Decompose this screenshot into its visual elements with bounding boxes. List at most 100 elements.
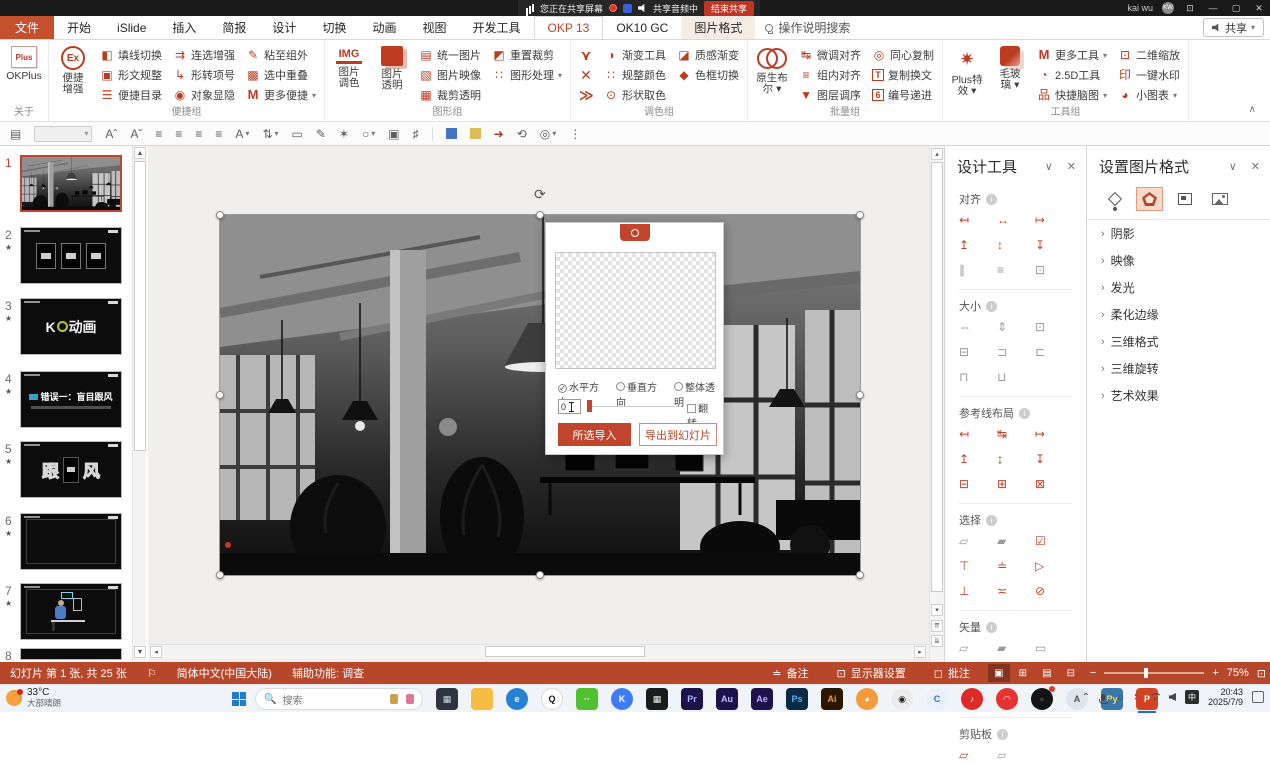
import-selected-button[interactable]: 所选导入 (558, 423, 631, 446)
sticky-note-button[interactable] (470, 128, 481, 139)
select-top-icon[interactable]: ⊤ (959, 560, 997, 573)
soft-edges-item[interactable]: ›柔化边缘 (1087, 301, 1270, 328)
comments-button[interactable]: ◻批注 (924, 665, 980, 681)
collapse-ribbon-button[interactable]: ∧ (1249, 104, 1256, 115)
volume-tray-icon[interactable] (1169, 693, 1176, 701)
scroll-right-button[interactable]: ▸ (914, 646, 926, 658)
transparency-value-input[interactable]: 0 (558, 399, 581, 414)
select-equal-icon[interactable]: ≐ (997, 560, 1035, 573)
animation-rotate-button[interactable]: ⟲ (517, 127, 527, 141)
select-overlapped-button[interactable]: ▩选中重叠 (242, 65, 320, 85)
picture-tab[interactable] (1206, 187, 1233, 211)
font-color-button[interactable]: A▾ (235, 127, 249, 141)
scroll-down-button[interactable]: ▼ (134, 646, 146, 658)
taskbar-search[interactable]: 🔍 搜索 (255, 688, 423, 710)
spellcheck-icon[interactable]: ⚐ (137, 667, 167, 680)
canvas-horizontal-scrollbar[interactable]: ◂ ▸ (148, 644, 929, 658)
vector-group-icon[interactable]: ▭ (1035, 642, 1073, 655)
reading-view-button[interactable]: ▤ (1036, 664, 1058, 682)
rotate-handle[interactable]: ⟳ (534, 186, 546, 203)
guide-h-margin-icon[interactable]: ⊟ (959, 478, 997, 491)
restore-button[interactable]: ▢ (1229, 3, 1243, 14)
microphone-tray-icon[interactable] (1101, 694, 1105, 701)
notes-button[interactable]: ≐备注 (762, 665, 818, 681)
frosted-glass-button[interactable]: 毛玻 璃 ▾ (990, 42, 1030, 104)
transparency-slider-track[interactable] (588, 406, 680, 407)
scroll-down-button[interactable]: ▾ (931, 604, 943, 616)
netease-music-app[interactable]: ♪ (961, 688, 983, 710)
zoom-slider-thumb[interactable] (1144, 668, 1148, 678)
zoom-level[interactable]: 75% (1227, 667, 1249, 679)
link-select-enhance-button[interactable]: ⇉连选增强 (169, 45, 239, 65)
align-middle-v-icon[interactable]: ↕ (997, 239, 1035, 252)
share-button[interactable]: 共享 ▾ (1203, 18, 1264, 37)
adapt-bottom-icon[interactable]: ⊔ (997, 371, 1035, 384)
notification-center-button[interactable] (1252, 691, 1264, 703)
adapt-top-icon[interactable]: ⊓ (959, 371, 997, 384)
export-to-slide-button[interactable]: 导出到幻灯片 (639, 423, 717, 446)
stop-record-icon[interactable] (609, 4, 617, 12)
red-circle-app[interactable]: ◠ (996, 688, 1018, 710)
reset-crop-button[interactable]: ◩重置裁剪 (488, 45, 566, 65)
color-frame-switch-button[interactable]: ◆色框切换 (673, 65, 743, 85)
shape-text-adjust-button[interactable]: ▣形文规整 (96, 65, 166, 85)
tab-view[interactable]: 视图 (409, 16, 459, 39)
scrollbar-thumb[interactable] (134, 161, 146, 451)
accessibility-status[interactable]: 辅助功能: 调查 (282, 665, 374, 681)
vector-paste-style-icon[interactable]: ▰ (997, 642, 1035, 655)
guide-grid-icon[interactable]: ⊠ (1035, 478, 1073, 491)
end-share-button[interactable]: 结束共享 (704, 1, 754, 16)
save-button[interactable]: ▤ (10, 127, 21, 141)
slide-2-thumbnail[interactable] (20, 227, 122, 284)
slide-canvas[interactable]: ⟳ ✓水平方向垂直方向整体透明 0 翻转 所选导入 导出到幻灯片 ◂ (148, 146, 944, 662)
double-chevron-down-button[interactable]: ⋎ (575, 45, 597, 65)
symbol-button[interactable]: ♯ (413, 127, 419, 141)
s-app-tray-icon[interactable]: S (1134, 692, 1141, 703)
collapse-panel-button[interactable]: ∨ (1229, 160, 1237, 173)
github-app[interactable]: ◉ (891, 688, 913, 710)
blender-app[interactable]: ◕ (856, 688, 878, 710)
v-scrollbar-thumb[interactable] (931, 162, 943, 592)
more-tools-button[interactable]: M更多工具▾ (1033, 45, 1111, 65)
font-increase-button[interactable]: Aˆ (105, 127, 117, 141)
slide-sorter-view-button[interactable]: ⊞ (1012, 664, 1034, 682)
select-pictures-icon[interactable]: ▱ (959, 535, 997, 548)
slide-1-thumbnail[interactable] (20, 155, 122, 212)
vector-copy-style-icon[interactable]: ▱ (959, 642, 997, 655)
paste-format-button[interactable]: ➜ (494, 127, 504, 141)
reflection-item[interactable]: ›映像 (1087, 247, 1270, 274)
align-right-icon[interactable]: ↦ (1035, 214, 1073, 227)
ribbon-display-options-button[interactable]: ⊡ (1183, 3, 1197, 14)
c-tool-app[interactable]: C (926, 688, 948, 710)
font-decrease-button[interactable]: Aˇ (130, 127, 142, 141)
slide-7-thumbnail[interactable]: ··· (20, 583, 122, 640)
unify-images-button[interactable]: ▤统一图片 (415, 45, 485, 65)
shadow-item[interactable]: ›阴影 (1087, 220, 1270, 247)
double-chevron-right-button[interactable]: ≫ (575, 85, 597, 105)
scroll-up-button[interactable]: ▲ (134, 147, 146, 159)
tab-animation[interactable]: 动画 (359, 16, 409, 39)
resize-handle-w[interactable] (216, 391, 224, 399)
resize-handle-n[interactable] (536, 211, 544, 219)
tab-islide[interactable]: iSlide (104, 16, 159, 39)
resize-handle-s[interactable] (536, 571, 544, 579)
threed-format-item[interactable]: ›三维格式 (1087, 328, 1270, 355)
close-button[interactable]: ✕ (1252, 3, 1266, 14)
select-shapes-icon[interactable]: ▰ (997, 535, 1035, 548)
shape-picker-button[interactable]: ○▾ (362, 127, 375, 141)
quick-toc-button[interactable]: ☰便捷目录 (96, 85, 166, 105)
gradient-tool-button[interactable]: ◑渐变工具 (600, 45, 670, 65)
paste-outside-group-button[interactable]: ✎粘至组外 (242, 45, 320, 65)
line-spacing-button[interactable]: ⇅▾ (262, 127, 278, 141)
slide-5-thumbnail[interactable]: 跟风 (20, 441, 122, 498)
tidy-colors-button[interactable]: ∷规整颜色 (600, 65, 670, 85)
tab-file[interactable]: 文件 (0, 16, 54, 39)
guide-top-icon[interactable]: ↥ (959, 453, 997, 466)
image-transparency-button[interactable]: 图片 透明 (372, 42, 412, 104)
slide-6-thumbnail[interactable] (20, 513, 122, 570)
minimize-button[interactable]: — (1206, 3, 1220, 13)
zoom-out-button[interactable]: − (1090, 667, 1096, 679)
guide-middle-v-icon[interactable]: ↨ (997, 453, 1035, 466)
distribute-v-icon[interactable]: ≡ (997, 264, 1035, 277)
canvas-vertical-scrollbar[interactable]: ▴ ▾ ⇈ ⇊ (929, 146, 944, 662)
